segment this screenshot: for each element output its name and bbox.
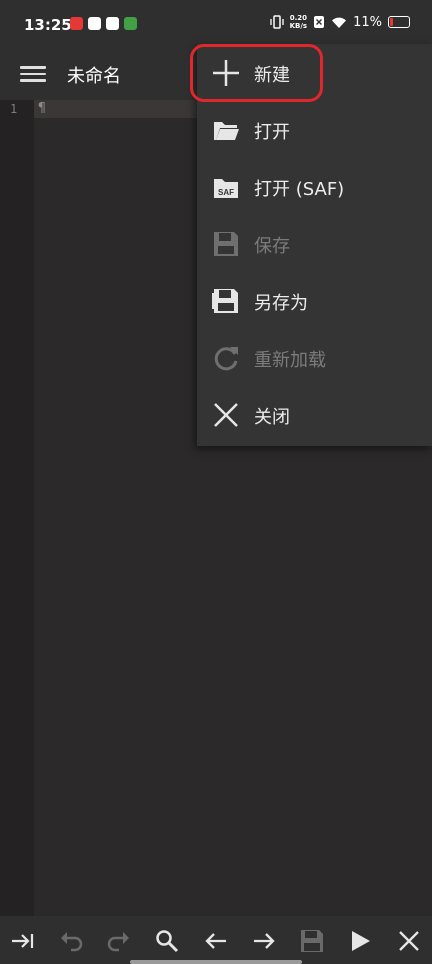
save-icon [214,232,238,256]
search-icon[interactable] [154,928,180,954]
net-speed-value: 0.20 [289,14,307,22]
bottom-toolbar [0,916,432,964]
battery-percent: 11% [353,14,382,30]
menu-item-label: 重新加载 [254,350,326,371]
menu-item-open-saf[interactable]: SAF 打开 (SAF) [197,159,432,216]
menu-item-label: 另存为 [254,293,308,314]
undo-icon[interactable] [58,928,84,954]
app-notification-icon [124,17,137,30]
menu-item-open[interactable]: 打开 [197,102,432,159]
menu-item-reload[interactable]: 重新加载 [197,330,432,387]
net-speed-unit: KB/s [289,22,308,30]
folder-open-icon [214,122,239,140]
net-speed: 0.20 KB/s [290,14,307,30]
document-title: 未命名 [67,66,121,87]
battery-icon [388,16,410,28]
new-item-highlight-annotation [190,44,323,102]
line-number: 1 [10,102,18,116]
paragraph-mark: ¶ [38,101,46,116]
save-as-icon [212,289,238,313]
notification-icons [70,17,137,30]
menu-item-label: 打开 (SAF) [254,179,345,200]
app-notification-icon [70,17,83,30]
svg-text:SAF: SAF [218,188,234,197]
menu-item-save[interactable]: 保存 [197,216,432,273]
file-menu-dropdown: 新建 打开 SAF 打开 (SAF) 保存 另存为 重新加载 关闭 [197,44,432,446]
status-bar: 13:25 0.20 KB/s 11% [0,0,432,48]
home-indicator[interactable] [130,960,302,964]
vibrate-icon [269,15,284,29]
reload-icon [214,347,238,371]
menu-item-label: 关闭 [254,407,290,428]
save-icon[interactable] [299,928,325,954]
no-sim-icon [314,16,325,28]
status-time: 13:25 [24,16,72,34]
app-notification-icon [88,17,101,30]
close-icon[interactable] [396,928,422,954]
mail-notification-icon [106,17,119,30]
status-right: 0.20 KB/s 11% [269,14,410,30]
arrow-right-icon[interactable] [251,928,277,954]
menu-item-label: 保存 [254,236,290,257]
hamburger-menu-icon[interactable] [20,62,46,86]
menu-item-close[interactable]: 关闭 [197,387,432,444]
line-number-gutter: 1 [0,100,34,916]
menu-item-label: 打开 [254,122,290,143]
tab-indent-icon[interactable] [10,928,36,954]
play-icon[interactable] [347,928,373,954]
redo-icon[interactable] [106,928,132,954]
wifi-icon [332,17,347,28]
saf-folder-icon: SAF [214,179,238,198]
close-icon [214,403,238,427]
menu-item-save-as[interactable]: 另存为 [197,273,432,330]
arrow-left-icon[interactable] [203,928,229,954]
